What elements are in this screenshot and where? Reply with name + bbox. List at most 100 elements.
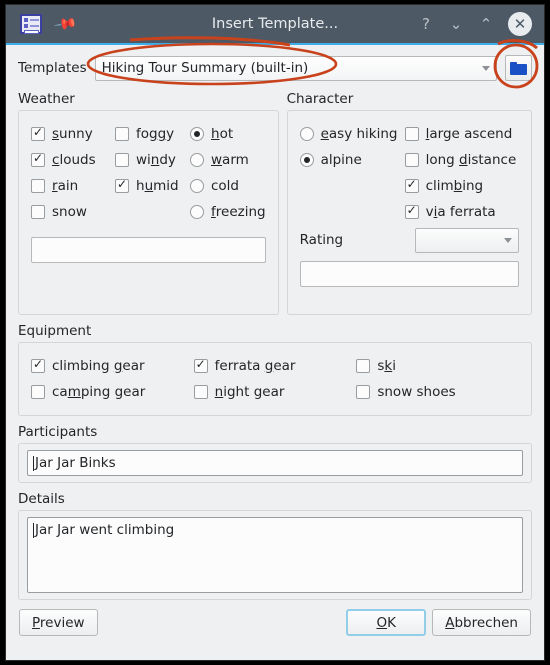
checkbox-indicator bbox=[31, 205, 45, 219]
equipment-group-box: climbing gear camping gear ferrata gear bbox=[18, 342, 532, 416]
radio-easy-hiking[interactable]: easy hiking bbox=[299, 121, 405, 147]
participants-value: Jar Jar Binks bbox=[35, 455, 116, 471]
checkbox-climbing[interactable]: climbing bbox=[404, 173, 517, 199]
browse-templates-button[interactable] bbox=[505, 55, 532, 81]
label: climbing gear bbox=[52, 358, 145, 374]
radio-cold[interactable]: cold bbox=[190, 173, 266, 199]
checkbox-indicator bbox=[404, 203, 419, 219]
chevron-down-icon bbox=[482, 65, 490, 71]
dialog-button-bar: Preview OK Abbrechen bbox=[18, 609, 532, 636]
text-caret bbox=[33, 522, 34, 538]
checkbox-sunny[interactable]: sunny bbox=[31, 121, 115, 147]
templates-row: Templates Hiking Tour Summary (built-in) bbox=[18, 55, 532, 81]
label: snow shoes bbox=[377, 384, 456, 400]
rating-row: Rating bbox=[300, 225, 519, 255]
participants-input[interactable]: Jar Jar Binks bbox=[27, 450, 523, 476]
radio-indicator bbox=[190, 179, 204, 193]
radio-indicator bbox=[190, 127, 204, 141]
close-icon[interactable]: ✕ bbox=[508, 12, 532, 36]
radio-freezing[interactable]: freezing bbox=[190, 199, 266, 225]
details-label: Details bbox=[18, 491, 65, 507]
checkbox-indicator bbox=[356, 385, 371, 399]
label: easy hiking bbox=[320, 126, 398, 142]
checkbox-foggy[interactable]: foggy bbox=[115, 121, 190, 147]
weather-column-3: hot warm cold freezing bbox=[190, 121, 266, 225]
label: via ferrata bbox=[425, 204, 496, 220]
weather-extra-input[interactable] bbox=[31, 237, 266, 263]
label: cold bbox=[211, 178, 240, 194]
checkbox-humid[interactable]: humid bbox=[115, 173, 190, 199]
checkbox-indicator bbox=[31, 357, 45, 373]
character-extra-input[interactable] bbox=[299, 261, 519, 287]
checkbox-indicator bbox=[356, 359, 371, 373]
checkbox-indicator bbox=[404, 127, 419, 141]
label: large ascend bbox=[425, 126, 513, 142]
checkbox-long-distance[interactable]: long distance bbox=[404, 147, 517, 173]
rating-label: Rating bbox=[299, 232, 344, 248]
app-icon bbox=[20, 14, 42, 34]
checkbox-clouds[interactable]: clouds bbox=[31, 147, 115, 173]
rating-select[interactable] bbox=[414, 227, 519, 253]
label: long distance bbox=[425, 152, 517, 168]
label: night gear bbox=[214, 384, 285, 400]
checkbox-snow-shoes[interactable]: snow shoes bbox=[356, 379, 519, 405]
checkbox-via-ferrata[interactable]: via ferrata bbox=[404, 199, 517, 225]
dialog-window: 📌 Insert Template... ? ⌄ ⌃ ✕ Templates H… bbox=[5, 4, 545, 661]
checkbox-climbing-gear[interactable]: climbing gear bbox=[31, 353, 194, 379]
help-icon[interactable]: ? bbox=[418, 16, 434, 32]
folder-icon bbox=[510, 61, 527, 75]
weather-group-title: Weather bbox=[18, 91, 75, 107]
checkbox-large-ascend[interactable]: large ascend bbox=[404, 121, 517, 147]
checkbox-night-gear[interactable]: night gear bbox=[193, 379, 357, 405]
dialog-content: Templates Hiking Tour Summary (built-in)… bbox=[6, 45, 544, 636]
weather-group-box: sunny clouds rain bbox=[18, 110, 279, 315]
template-select-value: Hiking Tour Summary (built-in) bbox=[101, 60, 309, 76]
checkbox-camping-gear[interactable]: camping gear bbox=[31, 379, 194, 405]
preview-button[interactable]: Preview bbox=[19, 609, 98, 636]
checkbox-indicator bbox=[404, 153, 419, 167]
pin-icon[interactable]: 📌 bbox=[53, 11, 79, 36]
checkbox-ski[interactable]: ski bbox=[356, 353, 519, 379]
chevron-down-icon[interactable]: ⌄ bbox=[448, 16, 464, 32]
template-select[interactable]: Hiking Tour Summary (built-in) bbox=[94, 55, 497, 81]
checkbox-indicator bbox=[31, 151, 45, 167]
label: ski bbox=[377, 358, 396, 374]
checkbox-indicator bbox=[115, 177, 129, 193]
label: freezing bbox=[211, 204, 266, 220]
label: camping gear bbox=[52, 384, 146, 400]
checkbox-indicator bbox=[31, 385, 45, 399]
title-bar: 📌 Insert Template... ? ⌄ ⌃ ✕ bbox=[6, 5, 544, 45]
participants-label: Participants bbox=[18, 424, 98, 440]
checkbox-indicator bbox=[115, 153, 129, 167]
checkbox-ferrata-gear[interactable]: ferrata gear bbox=[193, 353, 357, 379]
radio-indicator bbox=[190, 205, 204, 219]
label: rain bbox=[52, 178, 79, 194]
radio-warm[interactable]: warm bbox=[190, 147, 266, 173]
details-value: Jar Jar went climbing bbox=[35, 522, 175, 538]
checkbox-rain[interactable]: rain bbox=[31, 173, 115, 199]
equipment-group-title: Equipment bbox=[18, 323, 92, 339]
cancel-button[interactable]: Abbrechen bbox=[432, 609, 531, 636]
chevron-up-icon[interactable]: ⌃ bbox=[478, 16, 494, 32]
weather-column-1: sunny clouds rain bbox=[31, 121, 115, 225]
character-options: easy hiking alpine large ascend long dis… bbox=[299, 121, 519, 225]
equipment-column-1: climbing gear camping gear bbox=[31, 353, 194, 405]
character-column-1: easy hiking alpine bbox=[299, 121, 405, 225]
checkbox-windy[interactable]: windy bbox=[115, 147, 190, 173]
label: clouds bbox=[52, 152, 96, 168]
character-group-box: easy hiking alpine large ascend long dis… bbox=[286, 110, 532, 315]
radio-indicator bbox=[299, 127, 314, 141]
checkbox-snow[interactable]: snow bbox=[31, 199, 115, 225]
ok-button[interactable]: OK bbox=[346, 609, 427, 636]
text-caret bbox=[33, 455, 34, 471]
label: humid bbox=[136, 178, 179, 194]
character-column-2: large ascend long distance climbing bbox=[404, 121, 517, 225]
radio-hot[interactable]: hot bbox=[190, 121, 266, 147]
character-group-title: Character bbox=[286, 91, 354, 107]
equipment-column-2: ferrata gear night gear bbox=[193, 353, 357, 405]
label: windy bbox=[136, 152, 176, 168]
radio-alpine[interactable]: alpine bbox=[299, 147, 405, 173]
label: alpine bbox=[320, 152, 362, 168]
details-textarea[interactable]: Jar Jar went climbing bbox=[27, 517, 523, 593]
checkbox-indicator bbox=[31, 125, 45, 141]
